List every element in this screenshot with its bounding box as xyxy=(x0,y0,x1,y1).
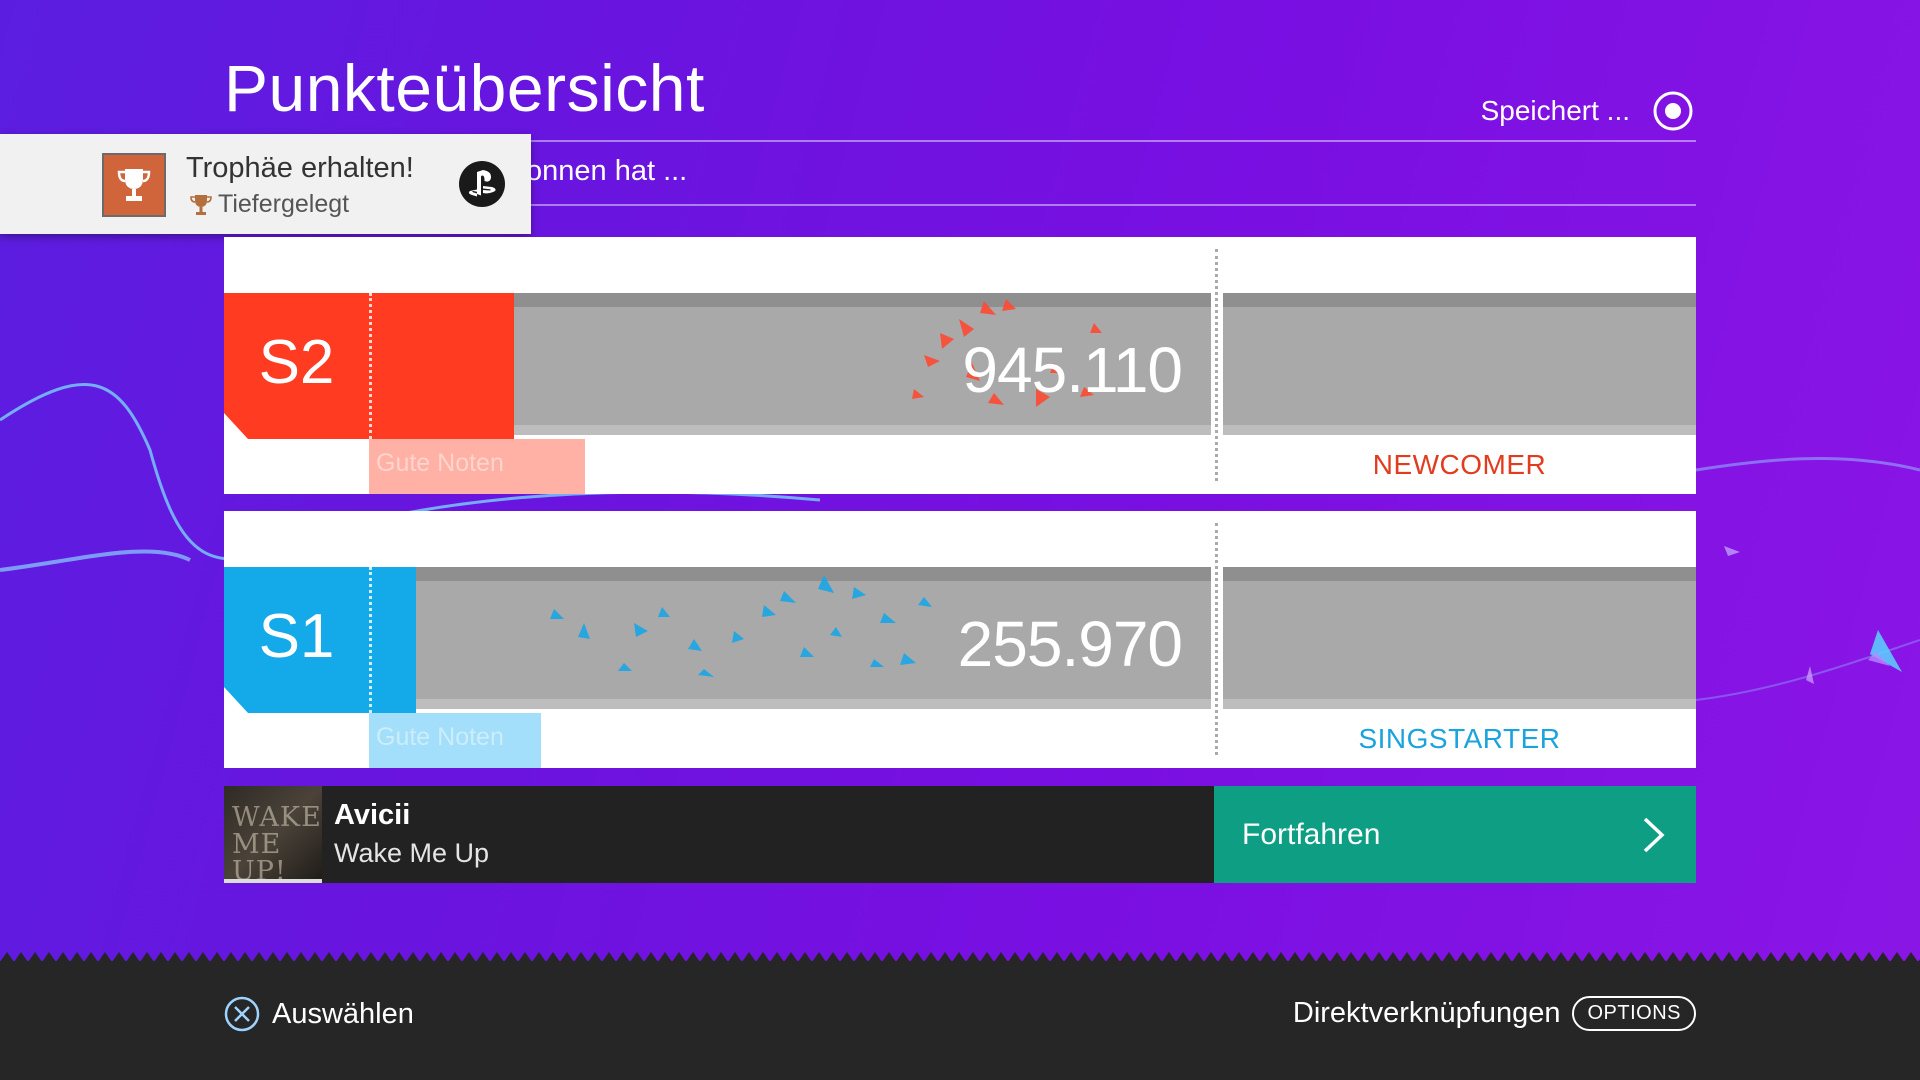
player-score-card-s2: S2 Gute Noten 945.110 NEWCOMER xyxy=(224,237,1696,494)
player-score: 255.970 xyxy=(957,608,1183,680)
continue-button[interactable]: Fortfahren xyxy=(1214,786,1696,883)
trophy-notification: Trophäe erhalten! Tiefergelegt xyxy=(0,134,531,234)
song-artist: Avicii xyxy=(334,799,411,831)
album-art: WAKE ME UP! xyxy=(224,786,322,883)
song-info-bar: WAKE ME UP! Avicii Wake Me Up Fortfahren xyxy=(224,786,1696,883)
chevron-right-icon xyxy=(1643,817,1665,853)
trophy-icon xyxy=(117,169,151,201)
grade-label: Gute Noten xyxy=(376,723,504,751)
notification-trophy-name: Tiefergelegt xyxy=(218,190,350,218)
footer-bar: Auswählen Direktverknüpfungen OPTIONS xyxy=(0,961,1920,1080)
song-title: Wake Me Up xyxy=(334,838,490,868)
player-score: 945.110 xyxy=(962,334,1183,406)
select-label: Auswählen xyxy=(272,997,414,1030)
shortcuts-label: Direktverknüpfungen xyxy=(1292,997,1561,1029)
shortcuts-hint[interactable]: Direktverknüpfungen OPTIONS xyxy=(1293,996,1696,1031)
continue-label: Fortfahren xyxy=(1242,818,1381,851)
album-art-title: WAKE ME UP! xyxy=(232,802,322,883)
grade-label: Gute Noten xyxy=(376,449,504,477)
notification-title: Trophäe erhalten! xyxy=(186,152,414,184)
player-rank: NEWCOMER xyxy=(1372,449,1547,480)
notification-trophy: Tiefergelegt xyxy=(190,190,349,219)
select-hint[interactable]: Auswählen xyxy=(224,996,414,1032)
saving-spinner-icon xyxy=(1653,91,1693,131)
rank-divider xyxy=(1215,249,1218,481)
page-title: Punkteübersicht xyxy=(224,51,705,125)
cross-button-icon xyxy=(224,996,260,1032)
rank-divider xyxy=(1215,523,1218,755)
subtitle: onnen hat ... xyxy=(526,155,688,187)
saving-indicator: Speichert ... xyxy=(1481,90,1694,132)
player-rank: SINGSTARTER xyxy=(1358,723,1561,754)
album-art-progress xyxy=(224,879,322,883)
playstation-icon xyxy=(459,161,505,207)
saving-label: Speichert ... xyxy=(1480,95,1630,126)
options-button[interactable]: OPTIONS xyxy=(1572,996,1696,1031)
bronze-trophy-icon xyxy=(190,194,212,215)
player-score-card-s1: S1 Gute Noten 255.970 SINGSTARTER xyxy=(224,511,1696,768)
trophy-badge xyxy=(102,153,166,217)
